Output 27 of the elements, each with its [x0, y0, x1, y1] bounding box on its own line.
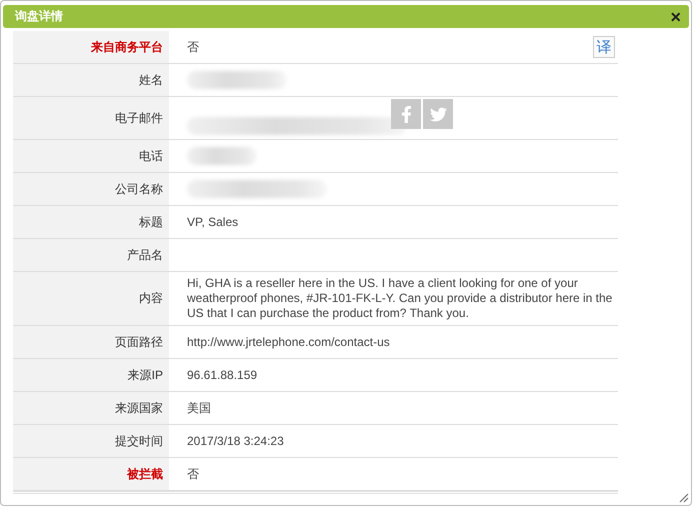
field-label: 标题	[139, 214, 163, 230]
field-label: 页面路径	[115, 334, 163, 350]
field-value: 否	[187, 466, 199, 482]
translate-button[interactable]: 译	[593, 36, 615, 58]
twitter-icon[interactable]	[423, 99, 453, 129]
field-value: 96.61.88.159	[187, 368, 258, 382]
facebook-icon[interactable]	[391, 99, 421, 129]
resize-grip-icon[interactable]	[679, 493, 689, 503]
field-value: Hi, GHA is a reseller here in the US. I have a client looking for one of your weatherproof phones, #JR-101-FK-L-Y. Can you provide a distributor here in the US that I can purchase the product from? Thank you.	[187, 276, 614, 321]
field-label: 来源国家	[115, 400, 163, 416]
field-label: 被拦截	[127, 466, 163, 482]
field-label: 来源IP	[128, 366, 163, 384]
field-label: 姓名	[139, 72, 163, 88]
field-value: VP, Sales	[187, 214, 238, 230]
field-value: 否	[187, 40, 199, 54]
field-label: 电话	[139, 148, 163, 164]
field-label: 电子邮件	[115, 110, 163, 126]
field-label: 内容	[139, 290, 163, 307]
close-button[interactable]: ×	[670, 8, 681, 26]
field-label: 公司名称	[115, 180, 163, 198]
field-label: 提交时间	[115, 432, 163, 450]
field-value: 美国	[187, 400, 211, 416]
field-label: 产品名	[127, 246, 163, 264]
field-value: http://www.jrtelephone.com/contact-us	[187, 334, 390, 350]
window-title: 询盘详情	[15, 8, 63, 25]
field-value: 2017/3/18 3:24:23	[187, 434, 284, 448]
field-label: 来自商务平台	[91, 38, 163, 56]
